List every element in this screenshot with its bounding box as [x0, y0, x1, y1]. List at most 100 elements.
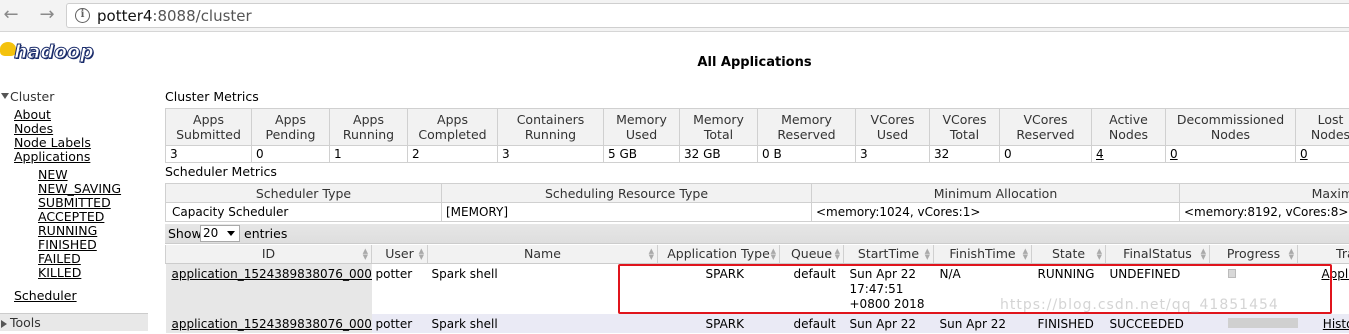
scheduler-header-row: Scheduler Type Scheduling Resource Type … — [165, 183, 1349, 203]
logo-text: hadoop — [14, 41, 95, 64]
app-starttime: Sun Apr 22 — [843, 314, 934, 333]
app-finishtime: Sun Apr 22 — [933, 314, 1032, 333]
app-state: RUNNING — [1031, 263, 1106, 314]
metric-active-nodes-cell: 4 — [1091, 145, 1166, 163]
app-tracking-cell: History — [1297, 314, 1349, 333]
sidebar-link-failed[interactable]: FAILED — [38, 252, 81, 266]
metric-apps-completed: 2 — [407, 145, 498, 163]
sidebar-tools-section[interactable]: Tools — [0, 313, 148, 331]
col-header-user[interactable]: User ▲ ▼ — [371, 245, 428, 264]
app-type: SPARK — [657, 263, 780, 314]
metric-memory-total: 32 GB — [679, 145, 758, 163]
applications-table: ID ▲ ▼ User ▲ ▼ Name ▲ ▼ Application Type ▲ ▼ Qu… — [165, 245, 1349, 333]
app-starttime: Sun Apr 22 17:47:51 +0800 2018 — [843, 263, 934, 314]
scheduling-resource-type-header: Scheduling Resource Type — [441, 183, 812, 203]
col-header-progress[interactable]: Progress ▲ ▼ — [1209, 245, 1298, 264]
back-arrow-icon[interactable]: ← — [0, 4, 22, 26]
tracking-ui-link[interactable]: Applica — [1321, 267, 1349, 281]
forward-arrow-icon[interactable]: → — [36, 4, 58, 26]
col-header-tracking-ui[interactable]: Trac — [1297, 245, 1349, 264]
sidebar-link-nodes[interactable]: Nodes — [14, 122, 53, 136]
tracking-ui-link[interactable]: History — [1323, 317, 1349, 331]
sidebar-cluster-section[interactable]: Cluster — [0, 89, 148, 105]
sidebar-link-about[interactable]: About — [14, 108, 51, 122]
sidebar-link-new-saving[interactable]: NEW_SAVING — [38, 182, 121, 196]
maximum-allocation-value: <memory:8192, vCores:8> — [1179, 202, 1349, 222]
entries-select[interactable]: 20 — [200, 225, 240, 242]
expand-triangle-icon — [1, 320, 7, 328]
scheduler-metrics-table: Scheduler Type Scheduling Resource Type … — [165, 183, 1349, 222]
browser-toolbar: ← → i potter4:8088/cluster — [0, 0, 1349, 32]
metric-decommissioned-nodes-cell: 0 — [1165, 145, 1296, 163]
metric-header: VCores Used — [855, 108, 930, 146]
app-progress — [1209, 263, 1298, 314]
app-finishtime: N/A — [933, 263, 1032, 314]
metric-header: Apps Completed — [407, 108, 498, 146]
col-header-queue[interactable]: Queue ▲ ▼ — [779, 245, 844, 264]
sidebar-link-accepted[interactable]: ACCEPTED — [38, 210, 104, 224]
sidebar-link-killed[interactable]: KILLED — [38, 266, 81, 280]
app-id-link[interactable]: application_1524389838076_0003 — [172, 267, 372, 281]
metric-apps-submitted: 3 — [165, 145, 252, 163]
info-icon[interactable]: i — [75, 8, 90, 23]
metric-vcores-total: 32 — [929, 145, 1000, 163]
col-header-application-type[interactable]: Application Type ▲ ▼ — [657, 245, 780, 264]
active-nodes-link[interactable]: 4 — [1096, 147, 1104, 161]
progress-bar — [1227, 268, 1236, 278]
sort-icon: ▲ ▼ — [1288, 247, 1294, 261]
metric-header: Apps Submitted — [165, 108, 252, 146]
metric-vcores-used: 3 — [855, 145, 930, 163]
app-id-link[interactable]: application_1524389838076_0002 — [172, 317, 372, 331]
show-label: Show — [168, 226, 202, 241]
sort-icon: ▲ ▼ — [924, 247, 930, 261]
app-type: SPARK — [657, 314, 780, 333]
metric-header: Apps Running — [329, 108, 408, 146]
sort-icon: ▲ ▼ — [362, 247, 368, 261]
col-header-state[interactable]: State ▲ ▼ — [1031, 245, 1106, 264]
metric-lost-nodes-cell: 0 — [1295, 145, 1349, 163]
col-header-starttime[interactable]: StartTime ▲ ▼ — [843, 245, 934, 264]
metric-vcores-reserved: 0 — [999, 145, 1092, 163]
col-header-name[interactable]: Name ▲ ▼ — [427, 245, 658, 264]
sort-icon: ▲ ▼ — [834, 247, 840, 261]
progress-bar — [1227, 318, 1298, 328]
cluster-metrics-header-row: Apps Submitted Apps Pending Apps Running Ap… — [165, 108, 1349, 146]
app-queue: default — [779, 263, 844, 314]
metric-header: Containers Running — [497, 108, 604, 146]
address-bar[interactable]: i potter4:8088/cluster — [66, 3, 1349, 28]
lost-nodes-link[interactable]: 0 — [1300, 147, 1308, 161]
metric-header: Memory Used — [603, 108, 680, 146]
sidebar-link-submitted[interactable]: SUBMITTED — [38, 196, 111, 210]
metric-header: VCores Reserved — [999, 108, 1092, 146]
metric-containers-running: 3 — [497, 145, 604, 163]
app-progress — [1209, 314, 1298, 333]
sidebar-link-node-labels[interactable]: Node Labels — [14, 136, 91, 150]
col-header-finalstatus[interactable]: FinalStatus ▲ ▼ — [1105, 245, 1210, 264]
metric-header: Decommissioned Nodes — [1165, 108, 1296, 146]
decommissioned-nodes-link[interactable]: 0 — [1170, 147, 1178, 161]
metric-memory-reserved: 0 B — [757, 145, 856, 163]
entries-select-value: 20 — [203, 226, 219, 240]
col-header-id[interactable]: ID ▲ ▼ — [165, 245, 372, 264]
dropdown-arrow-icon — [227, 231, 235, 236]
scheduler-type-value: Capacity Scheduler — [165, 202, 442, 222]
sidebar-link-scheduler[interactable]: Scheduler — [14, 289, 77, 303]
applications-header-row: ID ▲ ▼ User ▲ ▼ Name ▲ ▼ Application Type ▲ ▼ Qu… — [165, 245, 1349, 264]
app-id-cell: application_1524389838076_0003 — [165, 263, 372, 314]
col-header-finishtime[interactable]: FinishTime ▲ ▼ — [933, 245, 1032, 264]
sidebar-link-applications[interactable]: Applications — [14, 150, 90, 164]
metric-memory-used: 5 GB — [603, 145, 680, 163]
scheduler-value-row: Capacity Scheduler [MEMORY] <memory:1024… — [165, 202, 1349, 222]
sidebar-link-new[interactable]: NEW — [38, 168, 68, 182]
url-text: potter4:8088/cluster — [97, 7, 252, 25]
sidebar-link-running[interactable]: RUNNING — [38, 224, 97, 238]
sort-icon: ▲ ▼ — [1200, 247, 1206, 261]
app-name: Spark shell — [427, 314, 658, 333]
sidebar-link-finished[interactable]: FINISHED — [38, 238, 97, 252]
app-id-cell: application_1524389838076_0002 — [165, 314, 372, 333]
table-row: application_1524389838076_0002 potter Sp… — [165, 314, 1349, 333]
hadoop-logo[interactable]: hadoop — [0, 38, 95, 70]
metric-header: Apps Pending — [251, 108, 330, 146]
cluster-metrics-table: Apps Submitted Apps Pending Apps Running Ap… — [165, 108, 1349, 163]
app-user: potter — [371, 263, 428, 314]
